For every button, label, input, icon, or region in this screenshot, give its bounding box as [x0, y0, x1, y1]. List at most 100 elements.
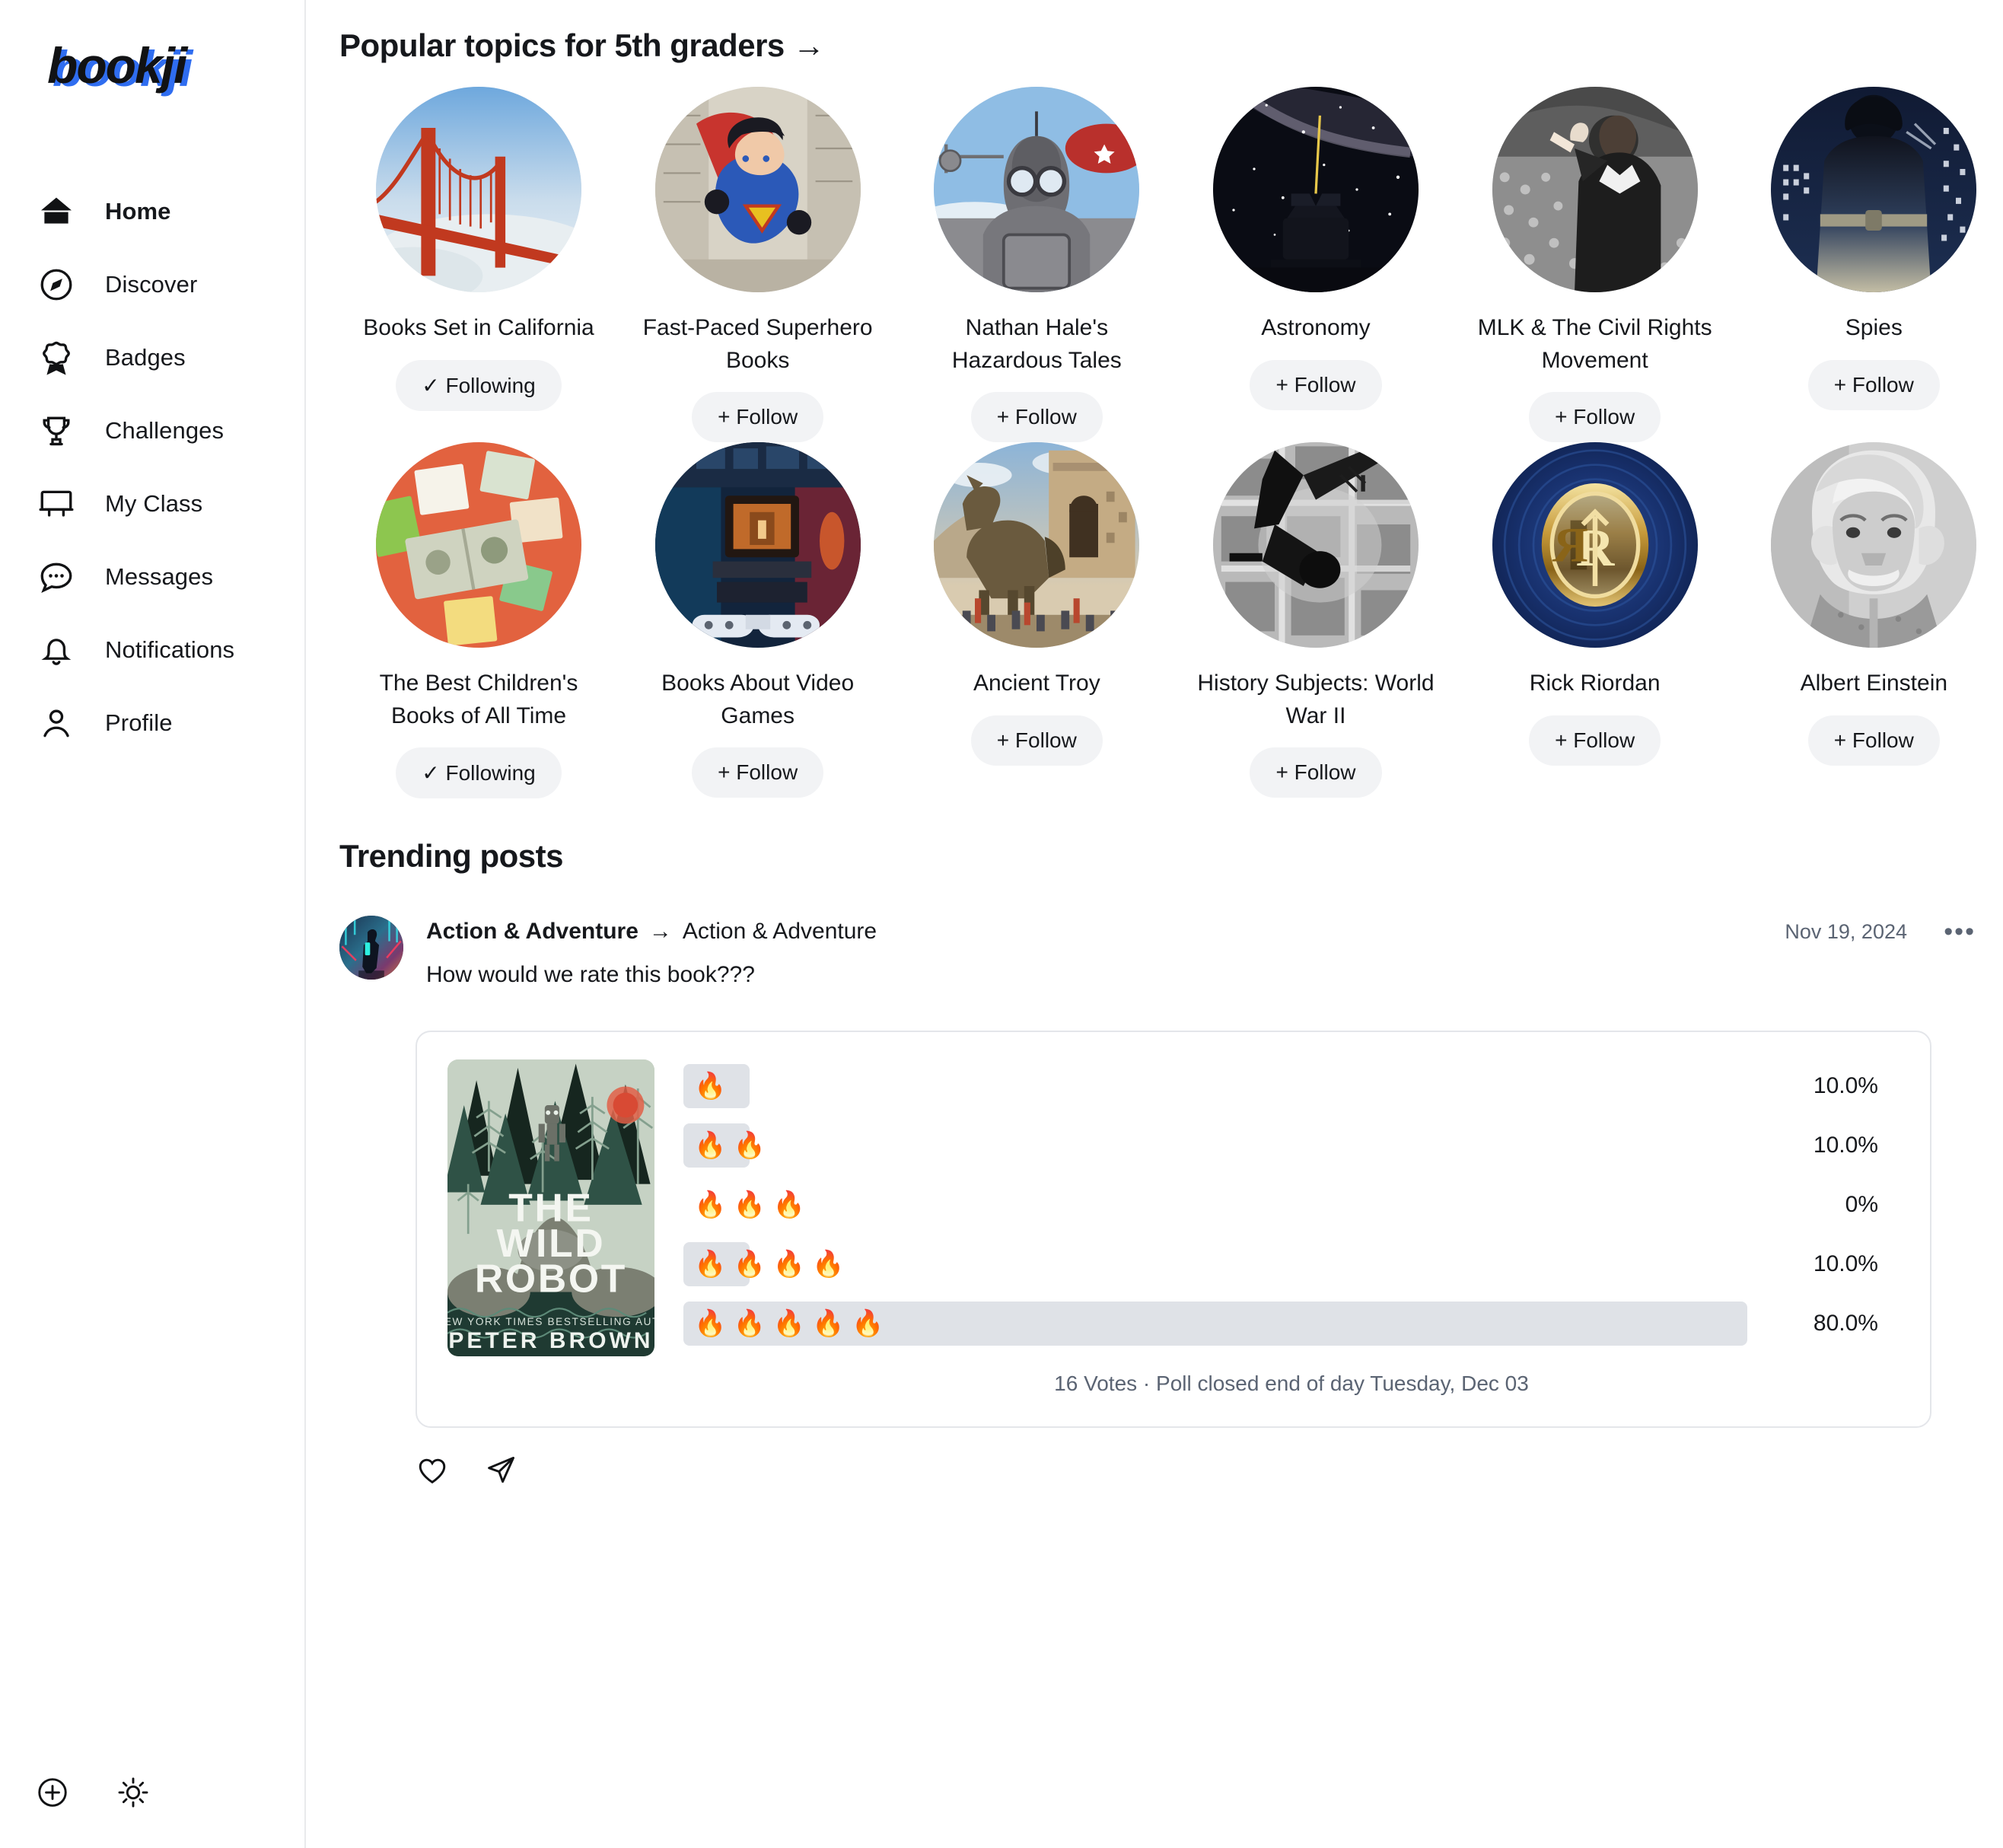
whiteboard-icon [37, 484, 76, 524]
topic-name: History Subjects: World War II [1197, 671, 1435, 728]
topic-card[interactable]: Nathan Hale's Hazardous Tales + Follow [897, 87, 1176, 443]
poll-option-label: 🔥 🔥 🔥 🔥 [694, 1250, 845, 1279]
topic-card[interactable]: Astronomy + Follow [1177, 87, 1455, 442]
follow-button[interactable]: + Follow [1529, 392, 1661, 443]
poll-percent: 0% [1845, 1192, 1878, 1218]
poll-bar-track: 🔥 [683, 1064, 1747, 1109]
follow-button[interactable]: + Follow [1807, 715, 1940, 766]
topic-avatar [1771, 87, 1977, 292]
follow-button[interactable]: + Follow [1250, 359, 1382, 410]
follow-button[interactable]: + Follow [1529, 715, 1661, 766]
poll-option-row[interactable]: 🔥 🔥 10.0% [683, 1123, 1900, 1168]
topic-card[interactable]: Spies + Follow [1734, 87, 2003, 442]
avatar[interactable] [339, 916, 403, 980]
poll-card: THE WILD ROBOT BY NEW YORK TIMES BESTSEL… [416, 1031, 1931, 1429]
topic-name: Books About Video Games [661, 671, 855, 728]
send-icon[interactable] [484, 1454, 517, 1487]
sidebar-item-discover[interactable]: Discover [37, 248, 288, 321]
follow-button[interactable]: ✓ Following [396, 747, 562, 799]
poll-percent: 80.0% [1813, 1311, 1878, 1337]
topic-name: MLK & The Civil Rights Movement [1477, 315, 1712, 373]
topic-avatar [1212, 442, 1419, 648]
poll-footer-text: 16 Votes · Poll closed end of day Tuesda… [1054, 1372, 1529, 1396]
sidebar-nav: Home Discover Badges Challenges My Class… [37, 175, 288, 760]
topic-avatar [654, 442, 861, 648]
poll-bar-track: 🔥 🔥 🔥 [683, 1183, 1747, 1227]
topic-name: Rick Riordan [1529, 671, 1661, 696]
sidebar-item-label: Messages [105, 563, 214, 590]
trending-posts-heading: Trending posts [339, 838, 564, 875]
post-author[interactable]: Action & Adventure [426, 919, 638, 944]
svg-text:ROBOT: ROBOT [475, 1257, 627, 1301]
popular-topics-heading[interactable]: Popular topics for 5th graders → [339, 0, 2003, 64]
sidebar-item-label: Notifications [105, 636, 235, 663]
poll-percent: 10.0% [1813, 1073, 1878, 1099]
sidebar-item-badges[interactable]: Badges [37, 321, 288, 394]
sidebar-item-label: My Class [105, 490, 203, 517]
topic-card[interactable]: Books About Video Games + Follow [619, 442, 897, 798]
follow-button[interactable]: + Follow [1807, 359, 1940, 410]
post-body: How would we rate this book??? [426, 962, 755, 988]
post-action-bar [416, 1454, 2003, 1487]
sidebar-item-challenges[interactable]: Challenges [37, 394, 288, 467]
follow-button[interactable]: ✓ Following [396, 359, 562, 411]
topic-card[interactable]: Fast-Paced Superhero Books + Follow [619, 87, 897, 443]
poll-option-row[interactable]: 🔥 🔥 🔥 🔥 10.0% [683, 1242, 1900, 1287]
plus-circle-icon[interactable] [35, 1775, 70, 1810]
sidebar-item-label: Home [105, 198, 171, 225]
sidebar-item-my-class[interactable]: My Class [37, 467, 288, 540]
badge-icon [37, 338, 76, 378]
sun-icon[interactable] [116, 1775, 151, 1810]
topic-name: Albert Einstein [1800, 671, 1948, 696]
follow-button[interactable]: + Follow [970, 392, 1103, 443]
poll-option-row[interactable]: 🔥 10.0% [683, 1064, 1900, 1109]
sidebar-item-label: Badges [105, 344, 186, 371]
chat-bubble-icon [37, 557, 76, 597]
topics-grid: Books Set in California ✓ Following Fast… [339, 87, 2003, 799]
topic-avatar [934, 442, 1140, 648]
post-target[interactable]: Action & Adventure [683, 919, 877, 944]
person-icon [37, 703, 76, 743]
book-cover-image[interactable]: THE WILD ROBOT BY NEW YORK TIMES BESTSEL… [447, 1059, 654, 1357]
sidebar-item-profile[interactable]: Profile [37, 687, 288, 760]
follow-button[interactable]: + Follow [1250, 747, 1382, 798]
sidebar-bottom-bar [35, 1775, 151, 1810]
topic-name: Astronomy [1261, 315, 1371, 340]
topic-card[interactable]: Books Set in California ✓ Following [339, 87, 618, 442]
sidebar-item-label: Discover [105, 271, 198, 298]
topic-avatar [376, 442, 581, 648]
poll-option-row[interactable]: 🔥 🔥 🔥 0% [683, 1183, 1900, 1227]
topic-card[interactable]: The Best Children's Books of All Time ✓ … [339, 442, 618, 799]
app-root: bookji Home Discover Badges Challenges M… [0, 0, 2003, 1848]
poll-option-label: 🔥 🔥 🔥 [694, 1190, 805, 1220]
topic-card[interactable]: Ancient Troy + Follow [897, 442, 1176, 798]
sidebar-item-home[interactable]: Home [37, 175, 288, 248]
topic-avatar [934, 87, 1140, 292]
follow-button[interactable]: + Follow [692, 392, 824, 443]
poll-bar-track: 🔥 🔥 [683, 1123, 1747, 1168]
poll-option-row[interactable]: 🔥 🔥 🔥 🔥 🔥 80.0% [683, 1302, 1900, 1346]
app-logo[interactable]: bookji [47, 37, 187, 94]
sidebar-item-label: Profile [105, 709, 173, 736]
more-options-icon[interactable]: ••• [1944, 919, 1976, 945]
trending-post: Action & Adventure → Action & Adventure Ho… [339, 916, 2003, 1487]
heart-icon[interactable] [416, 1454, 449, 1487]
topic-card[interactable]: History Subjects: World War II + Follow [1177, 442, 1455, 798]
poll-option-label: 🔥 🔥 [694, 1131, 766, 1161]
sidebar-item-messages[interactable]: Messages [37, 540, 288, 613]
poll-options: 🔥 10.0% 🔥 🔥 10.0% 🔥 🔥 🔥 0% 🔥 🔥 🔥 🔥 10.0%… [683, 1059, 1900, 1396]
sidebar: bookji Home Discover Badges Challenges M… [0, 0, 306, 1848]
topic-card[interactable]: MLK & The Civil Rights Movement + Follow [1456, 87, 1734, 443]
post-header: Action & Adventure → Action & Adventure Ho… [339, 916, 2003, 988]
follow-button[interactable]: + Follow [970, 715, 1103, 766]
sidebar-item-label: Challenges [105, 417, 225, 444]
svg-text:R: R [1552, 518, 1588, 573]
topic-avatar [1771, 442, 1977, 648]
follow-button[interactable]: + Follow [692, 747, 824, 798]
sidebar-item-notifications[interactable]: Notifications [37, 613, 288, 687]
trophy-icon [37, 411, 76, 451]
topic-card[interactable]: R R Rick Riordan + Follow [1456, 442, 1734, 798]
topic-name: Nathan Hale's Hazardous Tales [951, 315, 1122, 373]
svg-text:PETER BROWN: PETER BROWN [448, 1328, 653, 1353]
topic-card[interactable]: Albert Einstein + Follow [1734, 442, 2003, 798]
